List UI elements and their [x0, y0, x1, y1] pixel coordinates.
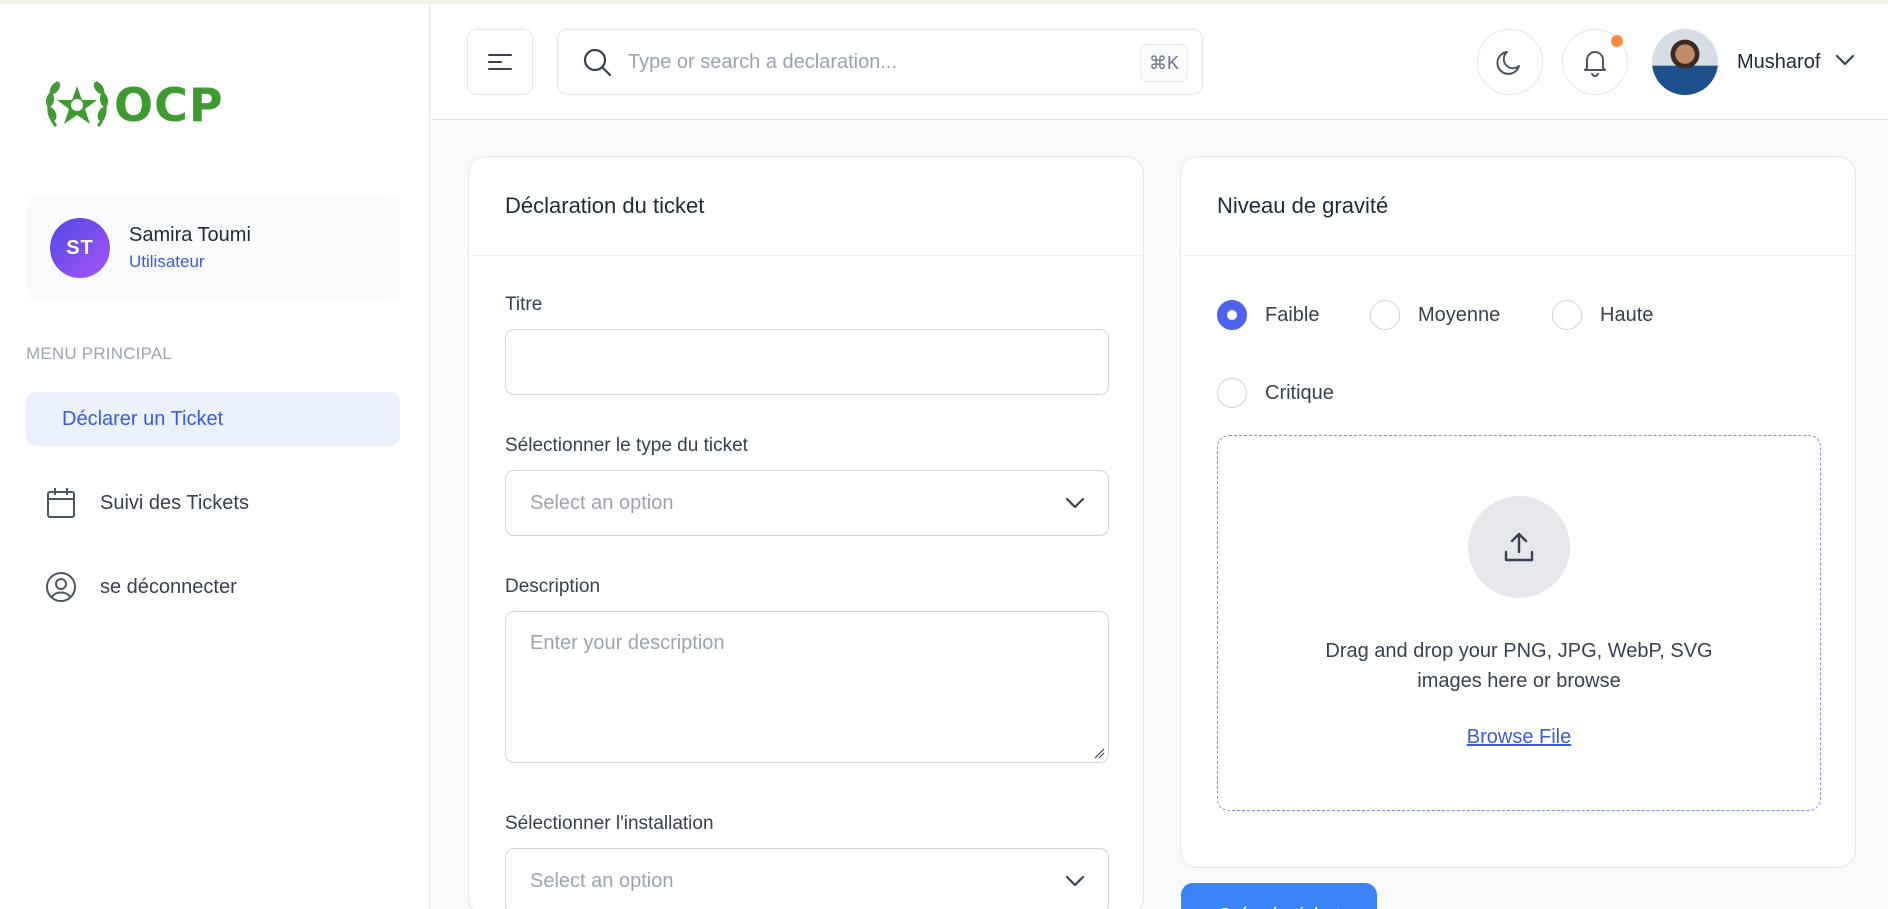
logo-text: OCP: [114, 78, 224, 132]
titre-label: Titre: [505, 294, 543, 315]
select-value: Select an option: [530, 869, 674, 892]
profile-avatar[interactable]: [1652, 29, 1718, 95]
chevron-down-icon[interactable]: [1834, 52, 1856, 68]
description-textarea[interactable]: Enter your description: [505, 611, 1109, 763]
calendar-icon: [44, 486, 78, 520]
installation-select[interactable]: Select an option: [505, 848, 1109, 909]
radio-faible[interactable]: Faible: [1217, 300, 1319, 330]
radio-moyenne[interactable]: Moyenne: [1370, 300, 1500, 330]
divider: [469, 255, 1143, 256]
top-header: ⌘K Musharof: [431, 4, 1888, 120]
radio-label: Haute: [1600, 303, 1654, 326]
sidebar-item-deconnecter[interactable]: se déconnecter: [26, 560, 400, 614]
hamburger-icon: [488, 54, 512, 70]
moon-icon: [1496, 51, 1520, 75]
bell-icon: [1584, 51, 1606, 77]
ticket-type-label: Sélectionner le type du ticket: [505, 435, 748, 456]
ocp-logo[interactable]: OCP: [44, 74, 224, 136]
profile-name[interactable]: Musharof: [1737, 51, 1820, 74]
dropzone-text-line2: images here or browse: [1417, 670, 1621, 692]
user-role: Utilisateur: [129, 252, 205, 271]
radio-button[interactable]: [1217, 378, 1247, 408]
menu-toggle-button[interactable]: [467, 29, 533, 95]
sidebar-item-suivi-tickets[interactable]: Suivi des Tickets: [26, 476, 400, 530]
user-card: ST Samira Toumi Utilisateur: [26, 194, 400, 302]
description-placeholder: Enter your description: [530, 632, 725, 654]
sidebar-item-label: Suivi des Tickets: [100, 491, 249, 514]
dark-mode-toggle-button[interactable]: [1477, 29, 1543, 95]
file-dropzone[interactable]: Drag and drop your PNG, JPG, WebP, SVG i…: [1217, 435, 1821, 811]
description-label: Description: [505, 576, 601, 597]
user-circle-icon: [44, 570, 78, 604]
installation-label: Sélectionner l'installation: [505, 813, 714, 834]
browse-file-link[interactable]: Browse File: [1218, 726, 1820, 749]
divider: [1181, 255, 1855, 256]
radio-label: Critique: [1265, 381, 1334, 404]
card-title: Déclaration du ticket: [505, 193, 705, 218]
ticket-type-select[interactable]: Select an option: [505, 470, 1109, 536]
radio-label: Faible: [1265, 303, 1320, 326]
radio-label: Moyenne: [1418, 303, 1501, 326]
ticket-form-card: Déclaration du ticket Titre Sélectionner…: [468, 156, 1144, 909]
menu-heading: MENU PRINCIPAL: [26, 344, 173, 363]
search-input[interactable]: [628, 50, 1108, 74]
sidebar-item-label: se déconnecter: [100, 575, 237, 598]
severity-card: Niveau de gravité Faible Moyenne Haute C…: [1180, 156, 1856, 868]
search-shortcut-badge: ⌘K: [1139, 44, 1188, 82]
dropzone-text-line1: Drag and drop your PNG, JPG, WebP, SVG: [1325, 640, 1713, 662]
radio-button[interactable]: [1552, 300, 1582, 330]
card-title: Niveau de gravité: [1217, 193, 1389, 218]
user-info: Samira Toumi Utilisateur: [129, 224, 251, 272]
resize-handle-icon[interactable]: [1093, 747, 1105, 759]
radio-haute[interactable]: Haute: [1552, 300, 1653, 330]
search-icon: [582, 47, 612, 77]
notifications-button[interactable]: [1562, 29, 1628, 95]
main-content: Déclaration du ticket Titre Sélectionner…: [431, 121, 1888, 909]
radio-button[interactable]: [1217, 300, 1247, 330]
avatar: ST: [50, 218, 110, 278]
upload-icon: [1504, 532, 1534, 562]
notification-dot: [1611, 35, 1623, 47]
radio-critique[interactable]: Critique: [1217, 378, 1334, 408]
upload-button[interactable]: [1468, 496, 1570, 598]
user-name: Samira Toumi: [129, 224, 251, 246]
chevron-down-icon: [1065, 497, 1085, 509]
sidebar-item-label: Déclarer un Ticket: [62, 407, 224, 430]
select-value: Select an option: [530, 491, 674, 514]
radio-button[interactable]: [1370, 300, 1400, 330]
sidebar-item-declarer-ticket[interactable]: Déclarer un Ticket: [26, 392, 400, 446]
search-bar[interactable]: ⌘K: [557, 29, 1203, 95]
ocp-emblem-icon: [45, 80, 109, 127]
titre-input[interactable]: [505, 329, 1109, 395]
sidebar: OCP ST Samira Toumi Utilisateur MENU PRI…: [0, 4, 430, 909]
dropzone-instructions: Drag and drop your PNG, JPG, WebP, SVG i…: [1218, 636, 1820, 696]
create-ticket-button[interactable]: Créer le ticket: [1181, 883, 1377, 909]
chevron-down-icon: [1065, 875, 1085, 887]
